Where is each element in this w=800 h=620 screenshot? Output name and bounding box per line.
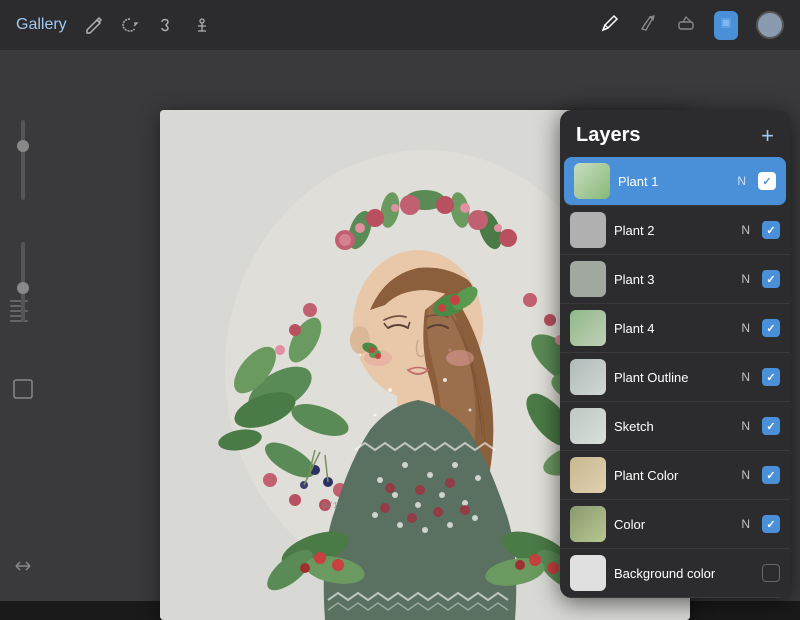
layer-name-plant3: Plant 3 — [614, 272, 733, 287]
layer-checkbox-color[interactable]: ✓ — [762, 515, 780, 533]
layer-checkbox-plantcolor[interactable]: ✓ — [762, 466, 780, 484]
layer-thumbnail-color — [570, 506, 606, 542]
layer-item-plantcolor[interactable]: Plant Color N ✓ — [560, 451, 790, 500]
layer-checkbox-plantoutline[interactable]: ✓ — [762, 368, 780, 386]
layer-name-plantoutline: Plant Outline — [614, 370, 733, 385]
layer-thumbnail-plantcolor — [570, 457, 606, 493]
layer-name-bgcolor: Background color — [614, 566, 754, 581]
layer-mode-plant4: N — [741, 321, 750, 335]
layers-tool-icon[interactable] — [714, 11, 738, 40]
layer-item-plant1[interactable]: Plant 1 N ✓ — [564, 157, 786, 206]
layers-title: Layers — [576, 124, 641, 147]
layer-name-sketch: Sketch — [614, 419, 733, 434]
canvas-area: 0/1 Layers + Plant 1 N ✓ Plant 2 N ✓ Plant 3 N ✓… — [0, 50, 800, 601]
svg-text:0/1: 0/1 — [322, 501, 338, 511]
opacity-slider[interactable] — [21, 242, 25, 322]
layer-item-plant4[interactable]: Plant 4 N ✓ — [560, 304, 790, 353]
square-outline-icon[interactable] — [8, 374, 38, 404]
layer-thumbnail-plant1 — [574, 163, 610, 199]
flip-icon[interactable] — [8, 551, 38, 581]
brush-size-slider[interactable] — [21, 120, 25, 200]
layer-mode-color: N — [741, 517, 750, 531]
layer-checkbox-plant3[interactable]: ✓ — [762, 270, 780, 288]
layer-item-plant3[interactable]: Plant 3 N ✓ — [560, 255, 790, 304]
pencil-tool-icon[interactable] — [600, 13, 620, 38]
layer-mode-plantcolor: N — [741, 468, 750, 482]
lasso-icon[interactable] — [121, 16, 139, 34]
layer-thumbnail-plant4 — [570, 310, 606, 346]
layer-item-color[interactable]: Color N ✓ — [560, 500, 790, 549]
layer-checkbox-plant2[interactable]: ✓ — [762, 221, 780, 239]
toolbar: Gallery — [0, 0, 800, 50]
left-sidebar — [0, 100, 45, 601]
modify-icon[interactable] — [85, 16, 103, 34]
layer-item-plant2[interactable]: Plant 2 N ✓ — [560, 206, 790, 255]
layer-item-bgcolor[interactable]: Background color — [560, 549, 790, 598]
layer-name-plantcolor: Plant Color — [614, 468, 733, 483]
layer-name-plant4: Plant 4 — [614, 321, 733, 336]
layer-thumbnail-plantoutline — [570, 359, 606, 395]
layer-checkbox-sketch[interactable]: ✓ — [762, 417, 780, 435]
eraser-tool-icon[interactable] — [676, 13, 696, 38]
layer-mode-plantoutline: N — [741, 370, 750, 384]
pen-tool-icon[interactable] — [638, 13, 658, 38]
layer-thumbnail-bgcolor — [570, 555, 606, 591]
layer-mode-plant1: N — [737, 174, 746, 188]
layer-name-plant2: Plant 2 — [614, 223, 733, 238]
layer-item-plantoutline[interactable]: Plant Outline N ✓ — [560, 353, 790, 402]
layer-thumbnail-sketch — [570, 408, 606, 444]
layer-item-sketch[interactable]: Sketch N ✓ — [560, 402, 790, 451]
layer-name-color: Color — [614, 517, 733, 532]
layer-mode-plant2: N — [741, 223, 750, 237]
layer-mode-sketch: N — [741, 419, 750, 433]
layer-checkbox-plant1[interactable]: ✓ — [758, 172, 776, 190]
layers-list: Plant 1N✓Plant 2N✓Plant 3N✓Plant 4N✓Plan… — [560, 157, 790, 598]
toolbar-right — [600, 11, 784, 40]
layers-panel: Layers + Plant 1N✓Plant 2N✓Plant 3N✓Plan… — [560, 110, 790, 598]
anchor-icon[interactable] — [193, 16, 211, 34]
layers-add-button[interactable]: + — [761, 125, 774, 147]
transform-icon[interactable] — [157, 16, 175, 34]
layer-name-plant1: Plant 1 — [618, 174, 729, 189]
layer-checkbox-bgcolor[interactable] — [762, 564, 780, 582]
layers-header: Layers + — [560, 110, 790, 157]
layer-checkbox-plant4[interactable]: ✓ — [762, 319, 780, 337]
layer-mode-plant3: N — [741, 272, 750, 286]
layer-thumbnail-plant3 — [570, 261, 606, 297]
toolbar-left: Gallery — [16, 16, 211, 34]
gallery-button[interactable]: Gallery — [16, 16, 67, 34]
color-picker[interactable] — [756, 11, 784, 39]
layer-thumbnail-plant2 — [570, 212, 606, 248]
